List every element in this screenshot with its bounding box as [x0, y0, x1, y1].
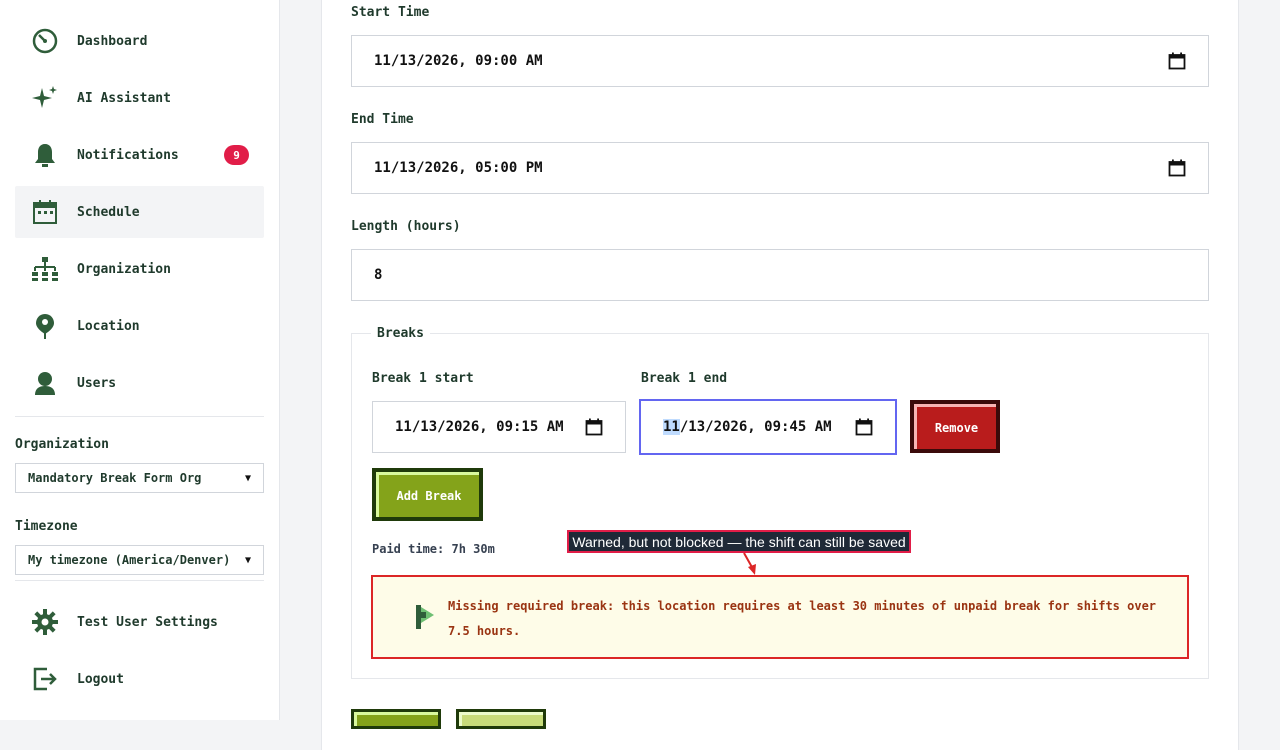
nav-item-location[interactable]: Location [15, 300, 264, 352]
calendar-icon[interactable] [855, 418, 873, 436]
paid-time-text: Paid time: 7h 30m [372, 542, 495, 556]
nav-label: Logout [77, 671, 124, 687]
end-time-value: 11/13/2026, 05:00 PM [374, 160, 543, 176]
nav-item-ai-assistant[interactable]: AI Assistant [15, 72, 264, 124]
nav-label: Users [77, 375, 117, 391]
nav-label: AI Assistant [77, 90, 171, 106]
nav-label: Organization [77, 261, 171, 277]
break-start-label: Break 1 start [372, 371, 474, 386]
end-time-input[interactable]: 11/13/2026, 05:00 PM [351, 142, 1209, 194]
nav-label: Schedule [77, 204, 140, 220]
nav-item-users[interactable]: Users [15, 357, 264, 409]
remove-break-button[interactable]: Remove [910, 400, 1000, 453]
add-break-button[interactable]: Add Break [372, 468, 483, 521]
break-end-label: Break 1 end [641, 371, 728, 386]
nav-label: Location [77, 318, 140, 334]
cancel-button[interactable] [456, 709, 546, 729]
remove-break-label: Remove [914, 404, 996, 449]
chevron-down-icon: ▼ [244, 554, 251, 566]
dashboard-icon [29, 25, 61, 57]
save-button[interactable] [351, 709, 441, 729]
org-chart-icon [29, 253, 61, 285]
bell-icon [29, 139, 61, 171]
nav-item-settings[interactable]: Test User Settings [15, 596, 264, 648]
start-time-label: Start Time [351, 5, 430, 20]
annotation-callout: Warned, but not blocked — the shift can … [567, 530, 911, 553]
sparkle-icon [29, 82, 61, 114]
nav-label: Test User Settings [77, 614, 218, 630]
break-start-input[interactable]: 11/13/2026, 09:15 AM [372, 401, 626, 453]
nav-item-organization[interactable]: Organization [15, 243, 264, 295]
calendar-icon[interactable] [1168, 52, 1186, 70]
sidebar-divider [15, 580, 264, 581]
break-end-value: 11/13/2026, 09:45 AM [663, 419, 832, 435]
nav-item-dashboard[interactable]: Dashboard [15, 15, 264, 67]
gear-icon [29, 606, 61, 638]
calendar-icon[interactable] [585, 418, 603, 436]
nav-item-logout[interactable]: Logout [15, 653, 264, 705]
missing-break-warning-text: Missing required break: this location re… [448, 599, 1157, 638]
nav-label: Dashboard [77, 33, 148, 49]
start-time-value: 11/13/2026, 09:00 AM [374, 53, 543, 69]
logout-icon [29, 663, 61, 695]
length-value: 8 [374, 267, 383, 283]
location-pin-icon [29, 310, 61, 342]
organization-select[interactable]: Mandatory Break Form Org ▼ [15, 463, 264, 493]
timezone-selected-value: My timezone (America/Denver) [28, 553, 231, 567]
end-time-label: End Time [351, 112, 414, 127]
breaks-legend: Breaks [371, 326, 430, 341]
timezone-select[interactable]: My timezone (America/Denver) ▼ [15, 545, 264, 575]
nav-item-schedule[interactable]: Schedule [15, 186, 264, 238]
sidebar-divider [15, 416, 264, 417]
length-input[interactable]: 8 [351, 249, 1209, 301]
break-end-input[interactable]: 11/13/2026, 09:45 AM [639, 399, 897, 455]
add-break-label: Add Break [376, 472, 479, 517]
organization-selected-value: Mandatory Break Form Org [28, 471, 202, 485]
break-start-value: 11/13/2026, 09:15 AM [395, 419, 564, 435]
break-end-value-rest: /13/2026, 09:45 AM [679, 419, 832, 435]
calendar-icon [29, 196, 61, 228]
calendar-icon[interactable] [1168, 159, 1186, 177]
timezone-label: Timezone [15, 519, 78, 534]
warning-flag-icon [416, 605, 434, 629]
length-label: Length (hours) [351, 219, 461, 234]
notification-count-badge: 9 [224, 145, 249, 165]
organization-label: Organization [15, 437, 109, 452]
nav-label: Notifications [77, 147, 179, 163]
nav-item-notifications[interactable]: Notifications 9 [15, 129, 264, 181]
chevron-down-icon: ▼ [244, 472, 251, 484]
start-time-input[interactable]: 11/13/2026, 09:00 AM [351, 35, 1209, 87]
break-end-selected-segment: 11 [663, 419, 680, 435]
user-icon [29, 367, 61, 399]
